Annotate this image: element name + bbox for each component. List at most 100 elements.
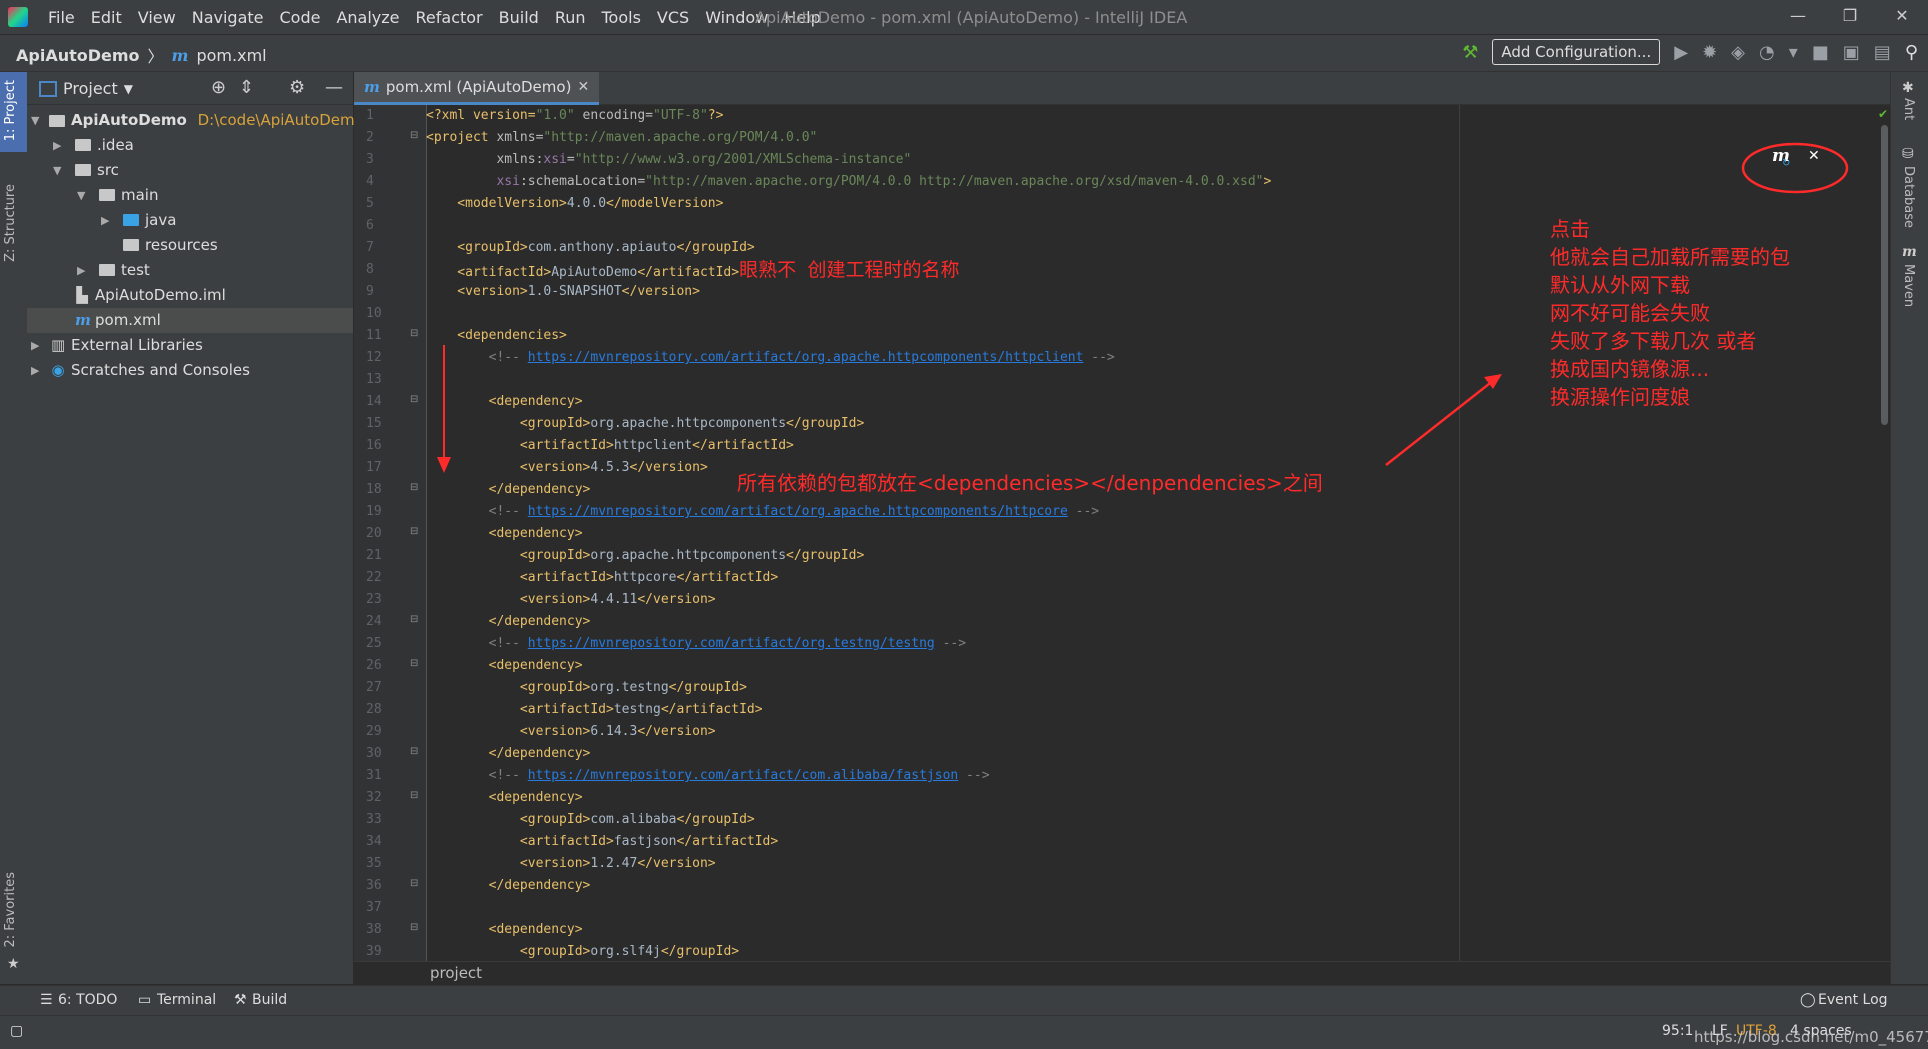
tree-label: resources [145,236,218,254]
annotation-line: 他就会自己加载所需要的包 [1550,245,1790,269]
nav-project[interactable]: ApiAutoDemo [16,46,140,65]
menu-run[interactable]: Run [547,8,594,27]
tree-item-scratches[interactable]: ▶ ◉ Scratches and Consoles [27,358,353,383]
tree-label: Scratches and Consoles [71,361,250,379]
tree-item-external-libraries[interactable]: ▶ ▥ External Libraries [27,333,353,358]
restore-button[interactable]: ❐ [1824,0,1876,34]
tool-tab-event-log[interactable]: Event Log [1818,992,1888,1008]
close-icon[interactable]: ✕ [577,79,589,95]
tree-label: .idea [97,136,134,154]
annotation-click-notes: 点击 他就会自己加载所需要的包 默认从外网下载 网不好可能会失败 失败了多下载几… [1550,215,1790,411]
menu-tools[interactable]: Tools [594,8,649,27]
menu-edit[interactable]: Edit [83,8,130,27]
tool-tab-maven[interactable]: Maven [1901,264,1916,307]
chevron-right-icon[interactable]: ▶ [31,333,39,358]
project-panel-header: Project ▼ ⊕ ⇕ ⚙ — [27,72,353,105]
editor-tab-pom[interactable]: m pom.xml (ApiAutoDemo) ✕ [354,72,600,105]
coverage-icon[interactable]: ◈ [1731,42,1745,63]
menu-view[interactable]: View [130,8,184,27]
breadcrumb-project[interactable]: project [430,964,482,982]
vertical-scrollbar[interactable]: ✔ [1878,105,1890,961]
ant-icon: ✱ [1902,80,1914,96]
run-icon[interactable]: ▶ [1674,42,1688,63]
folder-icon [75,164,91,176]
project-icon [39,80,57,97]
chevron-right-icon[interactable]: ▶ [53,133,61,158]
toggle-tool-windows-icon[interactable]: ▢ [10,1023,23,1039]
status-bar: ▢ 95:1 LF UTF-8 4 spaces https://blog.cs… [0,1015,1928,1049]
code-editor[interactable]: 1 2 3 4 5 6 7 8 9 10 11 12 13 14 15 16 17 18 19 20 21 22 23 24 2… [354,105,1890,961]
tree-item-main[interactable]: ▼ main [27,183,353,208]
tool-tab-build[interactable]: Build [252,992,287,1008]
menu-build[interactable]: Build [491,8,547,27]
search-icon[interactable]: ⚲ [1905,42,1918,63]
tool-tab-project[interactable]: 1: Project [3,80,18,141]
stop-icon[interactable]: ■ [1812,42,1829,63]
tree-item-root[interactable]: ▼ ApiAutoDemo D:\code\ApiAutoDemo [27,108,364,133]
navigation-bar: ApiAutoDemo 〉 m pom.xml ⚒ Add Configurat… [0,35,1928,72]
project-view-selector[interactable]: Project ▼ [39,79,133,98]
chevron-right-icon[interactable]: ▶ [77,258,85,283]
tree-label: ApiAutoDemo [71,111,187,129]
tool-tab-structure[interactable]: Z: Structure [3,184,18,262]
tree-label: java [145,211,177,229]
collapse-all-icon[interactable]: ⇕ [239,77,254,98]
terminal-icon: ▭ [138,992,152,1008]
tree-label: pom.xml [95,311,161,329]
tree-label: src [97,161,119,179]
gear-icon[interactable]: ⚙ [289,77,305,98]
menu-navigate[interactable]: Navigate [184,8,272,27]
chevron-down-icon[interactable]: ▾ [1789,42,1798,63]
close-window-button[interactable]: ✕ [1876,0,1928,34]
folder-icon [75,139,91,151]
tool-tab-database[interactable]: Database [1901,166,1916,228]
chevron-down-icon[interactable]: ▼ [77,183,85,208]
tree-item-java[interactable]: ▶ java [27,208,353,233]
menu-vcs[interactable]: VCS [649,8,697,27]
minimize-button[interactable]: — [1772,0,1824,34]
caret-position[interactable]: 95:1 [1662,1023,1693,1039]
debug-icon[interactable]: ✹ [1702,42,1717,63]
libraries-icon: ▥ [51,336,66,354]
menu-file[interactable]: File [40,8,83,27]
locate-target-icon[interactable]: ⊕ [211,77,226,98]
tree-item-src[interactable]: ▼ src [27,158,353,183]
add-configuration-button[interactable]: Add Configuration... [1492,39,1661,65]
nav-file[interactable]: pom.xml [196,46,266,65]
maven-file-icon: m [364,78,380,96]
menu-code[interactable]: Code [272,8,329,27]
tree-item-test[interactable]: ▶ test [27,258,353,283]
tree-item-pom[interactable]: m pom.xml [27,308,353,333]
right-tool-stripe: ✱ Ant ⛁ Database m Maven [1890,72,1928,984]
window-title: ApiAutoDemo - pom.xml (ApiAutoDemo) - In… [755,8,1188,27]
menu-refactor[interactable]: Refactor [408,8,491,27]
chevron-down-icon[interactable]: ▼ [53,158,61,183]
chevron-down-icon: ▼ [123,81,133,96]
annotation-line: 默认从外网下载 [1550,273,1690,297]
terminal-window-icon[interactable]: ▤ [1874,42,1891,63]
folder-icon [99,189,115,201]
tree-item-idea[interactable]: ▶ .idea [27,133,353,158]
tree-label: External Libraries [71,336,203,354]
project-panel: Project ▼ ⊕ ⇕ ⚙ — ▼ ApiAutoDemo D:\code\… [27,72,364,984]
tool-tab-favorites[interactable]: 2: Favorites [3,872,18,948]
tree-label: ApiAutoDemo.iml [95,286,226,304]
scrollbar-thumb[interactable] [1881,125,1888,425]
chevron-right-icon[interactable]: ▶ [31,358,39,383]
tree-item-iml[interactable]: ▙ ApiAutoDemo.iml [27,283,353,308]
scratches-icon: ◉ [51,361,65,379]
chevron-right-icon[interactable]: ▶ [101,208,109,233]
profile-icon[interactable]: ◔ [1759,42,1775,63]
tool-tab-todo[interactable]: 6: TODO [58,992,117,1008]
menu-analyze[interactable]: Analyze [328,8,407,27]
left-tool-stripe: 1: Project Z: Structure 2: Favorites ★ [0,72,28,984]
tool-tab-ant[interactable]: Ant [1901,98,1916,120]
close-icon[interactable]: ✕ [1808,148,1820,164]
hide-icon[interactable]: — [325,77,343,98]
tree-item-resources[interactable]: resources [27,233,353,258]
annotation-diagonal-arrow [1385,379,1495,466]
hammer-build-icon[interactable]: ⚒ [1462,42,1478,63]
tool-tab-terminal[interactable]: Terminal [157,992,216,1008]
project-structure-icon[interactable]: ▣ [1843,42,1860,63]
chevron-down-icon[interactable]: ▼ [31,108,39,133]
